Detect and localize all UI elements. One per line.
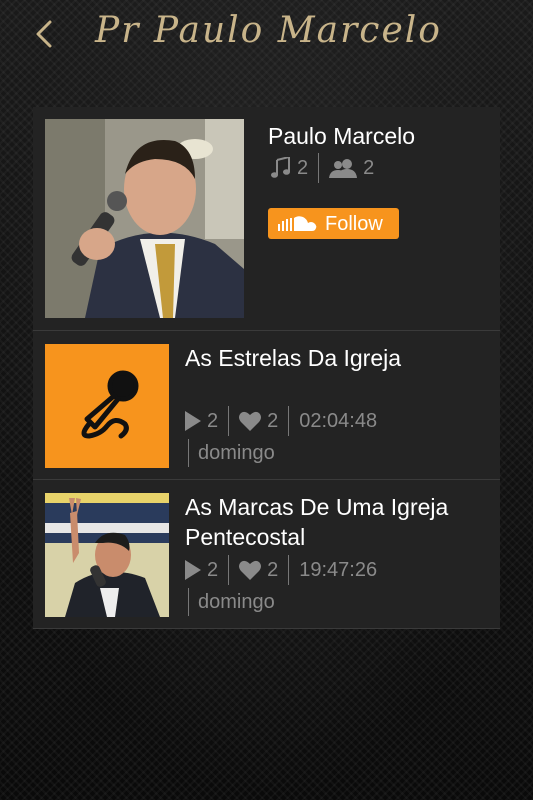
divider xyxy=(288,406,290,436)
track-artwork xyxy=(45,493,169,617)
soundcloud-icon xyxy=(278,216,317,231)
music-note-icon xyxy=(271,157,290,178)
tracks-stat: 2 xyxy=(271,157,308,180)
track-artwork xyxy=(45,344,169,468)
microphone-icon xyxy=(81,370,139,439)
divider xyxy=(228,555,230,585)
header: Pr Paulo Marcelo xyxy=(0,0,533,70)
track-duration: 02:04:48 xyxy=(299,409,378,432)
profile-photo xyxy=(45,119,244,318)
likes-stat: 2 xyxy=(239,559,278,582)
profile-card: Paulo Marcelo 2 2 Follow xyxy=(33,107,500,331)
track-date: domingo xyxy=(198,441,275,464)
followers-stat: 2 xyxy=(329,157,374,180)
divider xyxy=(228,406,230,436)
track-stats: 2 2 02:04:48 xyxy=(185,406,377,436)
profile-stats: 2 2 xyxy=(271,153,374,183)
play-icon xyxy=(185,560,201,580)
plays-stat: 2 xyxy=(185,559,218,582)
divider xyxy=(188,588,189,616)
tracks-count: 2 xyxy=(297,156,309,179)
track-date-row: domingo xyxy=(188,587,275,617)
profile-avatar[interactable] xyxy=(45,119,244,318)
followers-count: 2 xyxy=(363,156,375,179)
content-panel: Paulo Marcelo 2 2 Follow As Estrelas Da … xyxy=(33,107,500,629)
track-item[interactable]: As Estrelas Da Igreja 2 2 02:04:48 domin… xyxy=(33,331,500,480)
plays-count: 2 xyxy=(207,558,219,581)
back-button[interactable] xyxy=(28,14,60,54)
track-item[interactable]: As Marcas De Uma Igreja Pentecostal 2 2 … xyxy=(33,480,500,629)
track-duration: 19:47:26 xyxy=(299,558,378,581)
track-date-row: domingo xyxy=(188,438,275,468)
heart-icon xyxy=(239,411,262,431)
likes-count: 2 xyxy=(267,558,279,581)
track-title: As Estrelas Da Igreja xyxy=(185,345,402,371)
divider xyxy=(288,555,290,585)
users-icon xyxy=(329,159,358,178)
track-title: As Marcas De Uma Igreja Pentecostal xyxy=(185,494,449,550)
divider xyxy=(318,153,320,183)
plays-count: 2 xyxy=(207,409,219,432)
play-icon xyxy=(185,411,201,431)
follow-label: Follow xyxy=(325,213,383,235)
follow-button[interactable]: Follow xyxy=(268,208,399,239)
page-title: Pr Paulo Marcelo xyxy=(95,10,442,51)
likes-stat: 2 xyxy=(239,410,278,433)
artist-name[interactable]: Paulo Marcelo xyxy=(268,123,415,150)
likes-count: 2 xyxy=(267,409,279,432)
divider xyxy=(188,439,189,467)
chevron-left-icon xyxy=(36,20,52,48)
track-stats: 2 2 19:47:26 xyxy=(185,555,377,585)
track-photo xyxy=(45,493,169,617)
heart-icon xyxy=(239,560,262,580)
track-date: domingo xyxy=(198,590,275,613)
plays-stat: 2 xyxy=(185,410,218,433)
